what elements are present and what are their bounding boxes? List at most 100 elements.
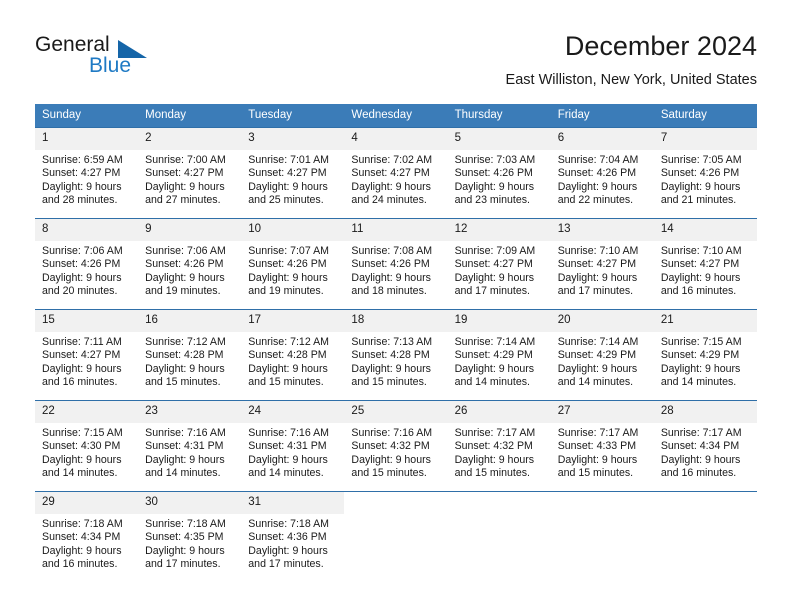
day-cell[interactable]: 26 Sunrise: 7:17 AM Sunset: 4:32 PM Dayl…: [447, 400, 551, 492]
daylight-text-line1: Daylight: 9 hours: [351, 453, 431, 466]
day-details: Sunrise: 7:03 AM Sunset: 4:26 PM Dayligh…: [448, 150, 551, 207]
day-number: 14: [653, 219, 757, 241]
calendar-week-row: 8 Sunrise: 7:06 AM Sunset: 4:26 PM Dayli…: [35, 218, 757, 310]
daylight-text-line1: Daylight: 9 hours: [42, 544, 122, 557]
day-details: Sunrise: 7:01 AM Sunset: 4:27 PM Dayligh…: [241, 150, 344, 207]
day-number: [653, 492, 757, 514]
daylight-text-line2: and 15 minutes.: [145, 375, 221, 388]
sunset-text: Sunset: 4:29 PM: [454, 349, 533, 362]
daylight-text-line2: and 20 minutes.: [42, 284, 118, 297]
day-cell[interactable]: 31 Sunrise: 7:18 AM Sunset: 4:36 PM Dayl…: [241, 491, 345, 582]
day-cell[interactable]: 15 Sunrise: 7:11 AM Sunset: 4:27 PM Dayl…: [35, 309, 139, 401]
calendar-week-row: 29 Sunrise: 7:18 AM Sunset: 4:34 PM Dayl…: [35, 491, 757, 582]
daylight-text-line2: and 22 minutes.: [557, 193, 634, 206]
sunrise-text: Sunrise: 7:11 AM: [42, 336, 122, 348]
sunset-text: Sunset: 4:27 PM: [248, 167, 327, 180]
day-cell[interactable]: 9 Sunrise: 7:06 AM Sunset: 4:26 PM Dayli…: [138, 218, 242, 310]
day-cell[interactable]: 30 Sunrise: 7:18 AM Sunset: 4:35 PM Dayl…: [138, 491, 242, 582]
day-cell[interactable]: 5 Sunrise: 7:03 AM Sunset: 4:26 PM Dayli…: [447, 127, 551, 219]
day-details: Sunrise: 7:15 AM Sunset: 4:29 PM Dayligh…: [654, 332, 757, 389]
day-cell[interactable]: 10 Sunrise: 7:07 AM Sunset: 4:26 PM Dayl…: [241, 218, 345, 310]
sunset-text: Sunset: 4:28 PM: [248, 349, 327, 362]
day-cell[interactable]: 29 Sunrise: 7:18 AM Sunset: 4:34 PM Dayl…: [35, 491, 139, 582]
daylight-text-line2: and 14 minutes.: [557, 375, 634, 388]
day-cell[interactable]: 16 Sunrise: 7:12 AM Sunset: 4:28 PM Dayl…: [138, 309, 242, 401]
daylight-text-line1: Daylight: 9 hours: [454, 271, 535, 284]
weekday-header-monday: Monday: [138, 104, 242, 128]
sunrise-text: Sunrise: 7:17 AM: [454, 427, 536, 439]
daylight-text-line2: and 17 minutes.: [557, 284, 634, 297]
sunset-text: Sunset: 4:27 PM: [42, 167, 121, 180]
day-cell[interactable]: 12 Sunrise: 7:09 AM Sunset: 4:27 PM Dayl…: [447, 218, 551, 310]
day-cell[interactable]: 23 Sunrise: 7:16 AM Sunset: 4:31 PM Dayl…: [138, 400, 242, 492]
day-cell[interactable]: 19 Sunrise: 7:14 AM Sunset: 4:29 PM Dayl…: [447, 309, 551, 401]
day-cell[interactable]: 11 Sunrise: 7:08 AM Sunset: 4:26 PM Dayl…: [344, 218, 448, 310]
sunset-text: Sunset: 4:26 PM: [248, 258, 327, 271]
day-details: Sunrise: 7:17 AM Sunset: 4:32 PM Dayligh…: [448, 423, 551, 480]
day-cell[interactable]: 28 Sunrise: 7:17 AM Sunset: 4:34 PM Dayl…: [653, 400, 757, 492]
day-cell[interactable]: 17 Sunrise: 7:12 AM Sunset: 4:28 PM Dayl…: [241, 309, 345, 401]
weekday-header-wednesday: Wednesday: [344, 104, 448, 128]
sunrise-text: Sunrise: 7:04 AM: [557, 154, 639, 166]
daylight-text-line2: and 17 minutes.: [454, 284, 530, 297]
day-cell[interactable]: 22 Sunrise: 7:15 AM Sunset: 4:30 PM Dayl…: [35, 400, 139, 492]
sunrise-text: Sunrise: 7:03 AM: [454, 154, 536, 166]
day-cell[interactable]: 18 Sunrise: 7:13 AM Sunset: 4:28 PM Dayl…: [344, 309, 448, 401]
daylight-text-line2: and 17 minutes.: [145, 557, 221, 570]
daylight-text-line1: Daylight: 9 hours: [145, 453, 225, 466]
sunset-text: Sunset: 4:27 PM: [660, 258, 740, 271]
general-blue-logo[interactable]: General Blue: [35, 34, 235, 84]
day-details: Sunrise: 7:09 AM Sunset: 4:27 PM Dayligh…: [448, 241, 551, 298]
day-cell[interactable]: 3 Sunrise: 7:01 AM Sunset: 4:27 PM Dayli…: [241, 127, 345, 219]
day-details: Sunrise: 7:18 AM Sunset: 4:35 PM Dayligh…: [138, 514, 241, 571]
day-number: [344, 492, 448, 514]
sunrise-text: Sunrise: 7:16 AM: [248, 427, 329, 439]
daylight-text-line1: Daylight: 9 hours: [42, 362, 122, 375]
day-details: Sunrise: 7:07 AM Sunset: 4:26 PM Dayligh…: [241, 241, 344, 298]
sunset-text: Sunset: 4:34 PM: [660, 440, 740, 453]
daylight-text-line2: and 16 minutes.: [660, 466, 737, 479]
day-details: Sunrise: 7:16 AM Sunset: 4:32 PM Dayligh…: [344, 423, 447, 480]
sunset-text: Sunset: 4:31 PM: [145, 440, 224, 453]
daylight-text-line1: Daylight: 9 hours: [557, 271, 638, 284]
day-cell[interactable]: 7 Sunrise: 7:05 AM Sunset: 4:26 PM Dayli…: [653, 127, 757, 219]
daylight-text-line2: and 25 minutes.: [248, 193, 324, 206]
calendar-header-row: Sunday Monday Tuesday Wednesday Thursday…: [35, 104, 757, 128]
sunrise-text: Sunrise: 7:17 AM: [557, 427, 639, 439]
daylight-text-line1: Daylight: 9 hours: [248, 544, 328, 557]
day-cell-empty: [653, 491, 757, 582]
daylight-text-line1: Daylight: 9 hours: [660, 271, 741, 284]
daylight-text-line1: Daylight: 9 hours: [557, 180, 638, 193]
day-number: 10: [241, 219, 345, 241]
day-cell[interactable]: 25 Sunrise: 7:16 AM Sunset: 4:32 PM Dayl…: [344, 400, 448, 492]
day-number: [550, 492, 654, 514]
day-number: 18: [344, 310, 448, 332]
sunrise-text: Sunrise: 7:10 AM: [557, 245, 639, 257]
daylight-text-line1: Daylight: 9 hours: [145, 271, 225, 284]
day-details: Sunrise: 7:16 AM Sunset: 4:31 PM Dayligh…: [241, 423, 344, 480]
daylight-text-line1: Daylight: 9 hours: [248, 271, 328, 284]
daylight-text-line1: Daylight: 9 hours: [351, 362, 431, 375]
day-cell[interactable]: 24 Sunrise: 7:16 AM Sunset: 4:31 PM Dayl…: [241, 400, 345, 492]
day-number: 8: [35, 219, 139, 241]
day-cell[interactable]: 20 Sunrise: 7:14 AM Sunset: 4:29 PM Dayl…: [550, 309, 654, 401]
day-cell[interactable]: 27 Sunrise: 7:17 AM Sunset: 4:33 PM Dayl…: [550, 400, 654, 492]
day-cell[interactable]: 13 Sunrise: 7:10 AM Sunset: 4:27 PM Dayl…: [550, 218, 654, 310]
day-cell[interactable]: 14 Sunrise: 7:10 AM Sunset: 4:27 PM Dayl…: [653, 218, 757, 310]
day-number: 5: [447, 128, 551, 150]
day-details: Sunrise: 7:08 AM Sunset: 4:26 PM Dayligh…: [344, 241, 447, 298]
day-cell[interactable]: 4 Sunrise: 7:02 AM Sunset: 4:27 PM Dayli…: [344, 127, 448, 219]
day-details: Sunrise: 7:02 AM Sunset: 4:27 PM Dayligh…: [344, 150, 447, 207]
sunset-text: Sunset: 4:26 PM: [454, 167, 533, 180]
day-number: 21: [653, 310, 757, 332]
location-subtitle: East Williston, New York, United States: [505, 72, 757, 88]
day-cell[interactable]: 21 Sunrise: 7:15 AM Sunset: 4:29 PM Dayl…: [653, 309, 757, 401]
day-cell[interactable]: 1 Sunrise: 6:59 AM Sunset: 4:27 PM Dayli…: [35, 127, 139, 219]
day-cell[interactable]: 8 Sunrise: 7:06 AM Sunset: 4:26 PM Dayli…: [35, 218, 139, 310]
sunset-text: Sunset: 4:32 PM: [454, 440, 533, 453]
day-cell[interactable]: 6 Sunrise: 7:04 AM Sunset: 4:26 PM Dayli…: [550, 127, 654, 219]
daylight-text-line1: Daylight: 9 hours: [660, 362, 741, 375]
sunset-text: Sunset: 4:27 PM: [42, 349, 121, 362]
day-cell[interactable]: 2 Sunrise: 7:00 AM Sunset: 4:27 PM Dayli…: [138, 127, 242, 219]
calendar-week-row: 1 Sunrise: 6:59 AM Sunset: 4:27 PM Dayli…: [35, 127, 757, 219]
